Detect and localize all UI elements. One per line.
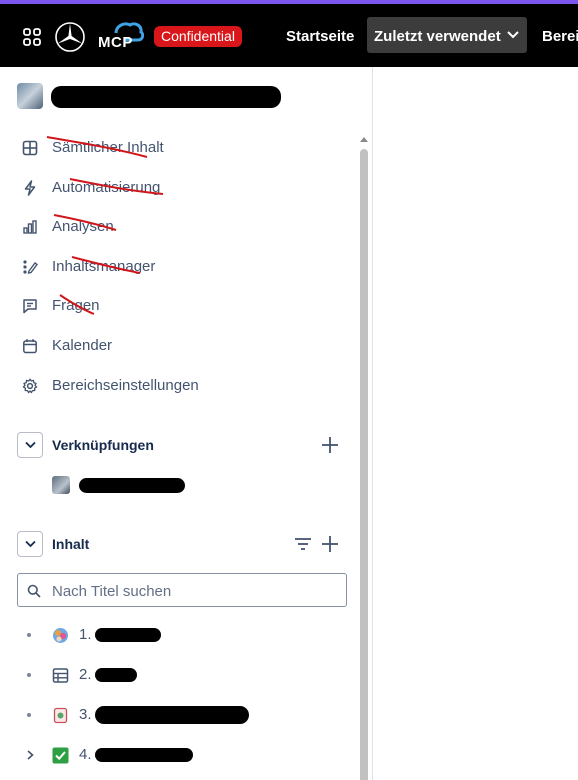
sidebar-item-label: Inhaltsmanager <box>52 258 156 275</box>
redacted-shortcut-name <box>79 478 185 493</box>
bar-chart-icon <box>23 220 37 234</box>
content-collapse-button[interactable] <box>17 531 43 557</box>
scrollbar-thumb[interactable] <box>360 149 368 780</box>
content-search-input[interactable] <box>52 581 332 601</box>
redacted-tree-title <box>95 706 249 724</box>
gear-icon <box>22 378 38 394</box>
redacted-space-name <box>51 86 281 108</box>
main-content-area <box>374 67 578 780</box>
sidebar-item-label: Analysen <box>52 218 114 235</box>
content-section-header: Inhalt <box>17 531 347 557</box>
chevron-down-icon <box>25 540 36 548</box>
sidebar-item-automation[interactable]: Automatisierung <box>0 172 355 204</box>
pencil-icon <box>23 260 38 274</box>
shortcut-thumbnail <box>52 476 70 494</box>
colorful-avatar-icon <box>53 628 68 643</box>
sidebar-item-label: Bereichseinstellungen <box>52 377 199 394</box>
shortcuts-section-header: Verknüpfungen <box>17 432 347 458</box>
nav-spaces-link[interactable]: Berei <box>542 28 578 45</box>
add-shortcut-plus-icon[interactable] <box>319 434 341 456</box>
space-header[interactable] <box>17 83 357 111</box>
shortcut-item[interactable] <box>52 475 352 497</box>
tree-item-number: 1. <box>79 626 92 643</box>
content-tree-item[interactable]: 2. <box>17 660 347 690</box>
nav-recent-label: Zuletzt verwendet <box>374 28 501 45</box>
tree-bullet <box>27 633 31 637</box>
chevron-right-icon[interactable] <box>25 749 35 761</box>
content-search-box[interactable] <box>17 573 347 607</box>
sidebar-item-content-manager[interactable]: Inhaltsmanager <box>0 251 355 283</box>
redacted-tree-title <box>95 628 161 642</box>
tree-item-number: 2. <box>79 666 92 683</box>
space-avatar <box>17 83 43 109</box>
tree-item-number: 3. <box>79 706 92 723</box>
space-sidebar: Sämtlicher Inhalt Automatisierung Analys… <box>0 67 373 780</box>
mcp-logo-text: MCP <box>98 34 133 51</box>
table-icon <box>52 668 69 683</box>
add-content-plus-icon[interactable] <box>319 533 341 555</box>
shortcuts-collapse-button[interactable] <box>17 432 43 458</box>
content-tree-item[interactable]: 3. <box>17 700 347 730</box>
sidebar-item-all-content[interactable]: Sämtlicher Inhalt <box>0 132 355 164</box>
tree-bullet <box>27 673 31 677</box>
content-title: Inhalt <box>52 536 90 552</box>
sidebar-item-calendar[interactable]: Kalender <box>0 330 355 362</box>
redacted-tree-title <box>95 748 193 762</box>
nav-home-link[interactable]: Startseite <box>286 28 354 45</box>
filter-icon[interactable] <box>293 534 313 554</box>
sidebar-item-label: Sämtlicher Inhalt <box>52 139 164 156</box>
content-tree-item[interactable]: 1. <box>17 620 347 650</box>
speech-bubble-icon <box>23 299 37 314</box>
app-switcher-icon[interactable] <box>22 27 42 47</box>
calendar-icon <box>23 339 37 354</box>
tree-bullet <box>27 713 31 717</box>
content-tree-item[interactable]: 4. <box>17 740 347 770</box>
grid-icon <box>22 140 38 156</box>
sidebar-item-analytics[interactable]: Analysen <box>0 211 355 243</box>
checkbox-icon <box>52 747 69 764</box>
sidebar-item-label: Automatisierung <box>52 179 161 196</box>
mercedes-star-logo-icon[interactable] <box>54 21 86 53</box>
document-icon <box>53 707 68 724</box>
tree-item-number: 4. <box>79 746 92 763</box>
sidebar-item-questions[interactable]: Fragen <box>0 290 355 322</box>
sidebar-item-label: Fragen <box>52 297 100 314</box>
top-navigation-bar: MCP Confidential Startseite Zuletzt verw… <box>0 4 578 67</box>
scroll-up-arrow-icon[interactable] <box>360 137 368 142</box>
lightning-icon <box>24 180 36 196</box>
search-icon <box>27 584 41 598</box>
sidebar-item-space-settings[interactable]: Bereichseinstellungen <box>0 370 355 402</box>
chevron-down-icon <box>25 441 36 449</box>
nav-recent-dropdown[interactable]: Zuletzt verwendet <box>367 17 527 53</box>
confidential-badge: Confidential <box>154 26 242 47</box>
chevron-down-icon <box>507 31 519 39</box>
redacted-tree-title <box>95 668 137 682</box>
sidebar-scrollbar[interactable] <box>359 137 369 780</box>
shortcuts-title: Verknüpfungen <box>52 437 154 453</box>
sidebar-item-label: Kalender <box>52 337 113 354</box>
